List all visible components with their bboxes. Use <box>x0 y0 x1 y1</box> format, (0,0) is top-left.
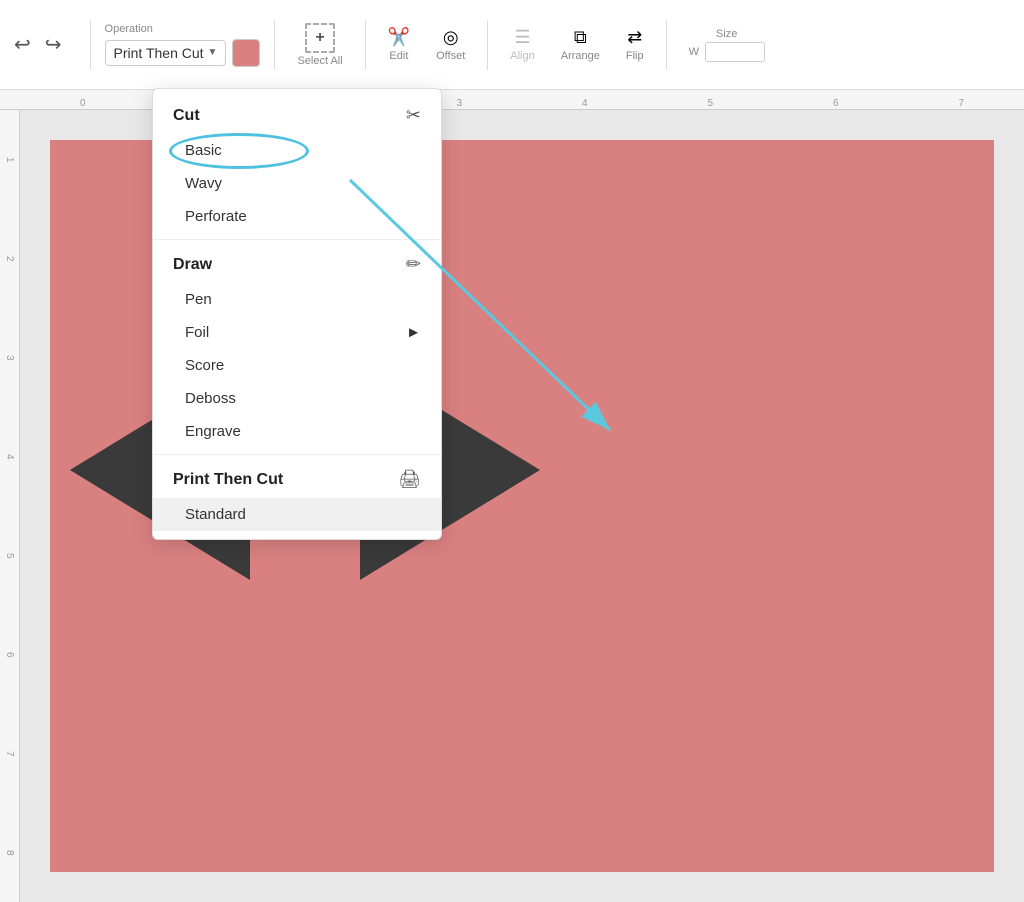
pen-menu-item[interactable]: Pen <box>153 283 441 316</box>
color-swatch[interactable] <box>232 39 260 67</box>
ruler-left-7: 7 <box>4 704 15 803</box>
pencil-icon: ✏ <box>406 254 421 275</box>
ruler-left-1: 1 <box>4 110 15 209</box>
engrave-menu-item[interactable]: Engrave <box>153 415 441 448</box>
select-all-icon: + <box>305 23 335 53</box>
flip-icon: ⇄ <box>627 27 642 48</box>
deboss-label: Deboss <box>185 390 236 407</box>
scissors-icon: ✂ <box>406 105 421 126</box>
foil-label: Foil <box>185 324 209 341</box>
ruler-num-7: 7 <box>899 98 1024 109</box>
arrange-icon: ⧉ <box>574 27 587 48</box>
ruler-num-5: 5 <box>648 98 774 109</box>
standard-label: Standard <box>185 506 246 523</box>
ruler-left-2: 2 <box>4 209 15 308</box>
perforate-label: Perforate <box>185 208 247 225</box>
flip-label: Flip <box>626 50 644 62</box>
divider-1 <box>90 20 91 70</box>
edit-label: Edit <box>389 50 408 62</box>
draw-section-header: Draw ✏ <box>153 246 441 283</box>
arrange-button[interactable]: ⧉ Arrange <box>553 23 608 66</box>
basic-label: Basic <box>185 142 222 159</box>
align-icon: ☰ <box>514 27 530 48</box>
plus-icon: + <box>315 29 324 47</box>
align-button[interactable]: ☰ Align <box>502 23 542 66</box>
width-input[interactable] <box>705 42 765 62</box>
w-label: W <box>689 46 701 58</box>
menu-divider-2 <box>153 454 441 455</box>
operation-section: Operation Print Then Cut ▼ <box>105 23 261 67</box>
divider-5 <box>666 20 667 70</box>
operation-dropdown-menu: Cut ✂ Basic Wavy Perforate Draw ✏ Pen Fo… <box>152 88 442 540</box>
select-all-label: Select All <box>297 55 342 67</box>
size-label: Size <box>716 28 737 40</box>
score-label: Score <box>185 357 224 374</box>
ruler-left-4: 4 <box>4 407 15 506</box>
arrange-label: Arrange <box>561 50 600 62</box>
flip-button[interactable]: ⇄ Flip <box>618 23 652 66</box>
offset-icon: ◎ <box>443 27 459 48</box>
standard-menu-item[interactable]: Standard <box>153 498 441 531</box>
foil-menu-item[interactable]: Foil ► <box>153 316 441 349</box>
deboss-menu-item[interactable]: Deboss <box>153 382 441 415</box>
print-then-cut-section-header: Print Then Cut 🖨 <box>153 461 441 498</box>
width-row: W <box>689 42 765 62</box>
ruler-num-4: 4 <box>522 98 648 109</box>
divider-2 <box>274 20 275 70</box>
undo-redo-group: ↩ ↪ <box>10 28 66 61</box>
operation-controls: Print Then Cut ▼ <box>105 39 261 67</box>
score-menu-item[interactable]: Score <box>153 349 441 382</box>
ruler-num-6: 6 <box>773 98 899 109</box>
ruler-left-8: 8 <box>4 803 15 902</box>
undo-button[interactable]: ↩ <box>10 28 35 61</box>
operation-dropdown[interactable]: Print Then Cut ▼ <box>105 40 227 66</box>
select-all-button[interactable]: + Select All <box>289 19 350 71</box>
divider-4 <box>487 20 488 70</box>
cut-section-header: Cut ✂ <box>153 97 441 134</box>
size-section: Size W <box>681 24 773 66</box>
ruler-num-0: 0 <box>20 98 146 109</box>
print-then-cut-label: Print Then Cut <box>173 471 283 489</box>
wavy-menu-item[interactable]: Wavy <box>153 167 441 200</box>
ruler-left: 1 2 3 4 5 6 7 8 <box>0 110 20 902</box>
ruler-left-5: 5 <box>4 506 15 605</box>
dropdown-caret-icon: ▼ <box>208 47 218 58</box>
draw-label: Draw <box>173 256 212 274</box>
operation-value: Print Then Cut <box>114 45 204 61</box>
ruler-left-6: 6 <box>4 605 15 704</box>
printer-icon: 🖨 <box>398 469 421 490</box>
divider-3 <box>365 20 366 70</box>
basic-menu-item[interactable]: Basic <box>153 134 441 167</box>
perforate-menu-item[interactable]: Perforate <box>153 200 441 233</box>
menu-divider-1 <box>153 239 441 240</box>
offset-label: Offset <box>436 50 465 62</box>
engrave-label: Engrave <box>185 423 241 440</box>
pen-label: Pen <box>185 291 212 308</box>
offset-button[interactable]: ◎ Offset <box>428 23 473 66</box>
cut-label: Cut <box>173 107 200 125</box>
edit-icon: ✂️ <box>388 27 410 48</box>
redo-button[interactable]: ↪ <box>41 28 66 61</box>
operation-label: Operation <box>105 23 153 35</box>
ruler-left-3: 3 <box>4 308 15 407</box>
align-label: Align <box>510 50 534 62</box>
edit-button[interactable]: ✂️ Edit <box>380 23 418 66</box>
foil-submenu-arrow: ► <box>406 324 421 341</box>
wavy-label: Wavy <box>185 175 222 192</box>
toolbar: ↩ ↪ Operation Print Then Cut ▼ + Select … <box>0 0 1024 90</box>
